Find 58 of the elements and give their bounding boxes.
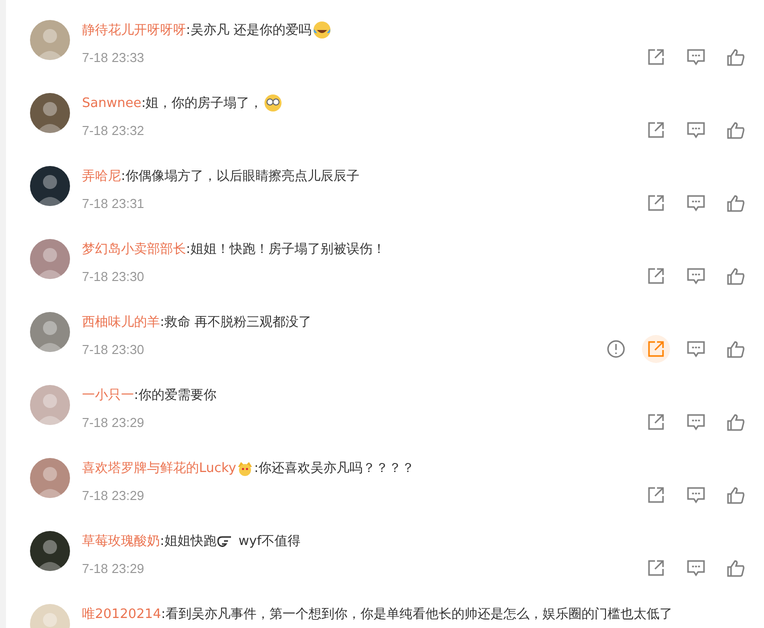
user-name-link[interactable]: 唯20120214	[82, 605, 162, 623]
comment-icon	[687, 194, 705, 212]
comment-text: :姐，你的房子塌了，	[141, 95, 263, 112]
avatar[interactable]	[30, 166, 70, 206]
share-button[interactable]	[642, 335, 670, 363]
comment-text: wyf不值得	[238, 533, 300, 550]
user-name-link[interactable]: 喜欢塔罗牌与鲜花的Lucky	[82, 459, 236, 477]
thumbs-up-icon	[727, 267, 745, 285]
comment-icon	[687, 560, 705, 576]
comment-time: 7-18 23:29	[82, 488, 144, 502]
share-icon	[647, 340, 665, 358]
thumbs-up-icon	[727, 413, 745, 431]
comment-text: :救命 再不脱粉三观都没了	[160, 314, 312, 331]
comment-text: :你的爱需要你	[134, 387, 216, 404]
comment-icon	[687, 48, 705, 66]
glasses-emoji-icon	[262, 93, 283, 113]
user-name-link[interactable]: 草莓玫瑰酸奶	[82, 532, 160, 550]
comment-text: :姐姐快跑	[160, 533, 216, 550]
user-name-link[interactable]: 梦幻岛小卖部部长	[82, 240, 186, 258]
share-icon	[647, 267, 665, 285]
thumbs-up-icon	[727, 340, 745, 358]
thumbs-up-icon	[727, 194, 745, 212]
avatar[interactable]	[30, 93, 70, 133]
thumbs-up-icon	[727, 559, 745, 577]
avatar[interactable]	[30, 531, 70, 571]
thumbs-up-icon	[727, 48, 745, 66]
comment-icon	[687, 340, 705, 358]
user-name-link[interactable]: 一小只一	[82, 386, 134, 404]
comment-icon	[687, 414, 705, 430]
user-name-link[interactable]: Sanwnee	[82, 96, 142, 110]
comment-icon	[687, 268, 705, 284]
comment-text: :你还喜欢吴亦凡吗？？？？	[254, 460, 415, 477]
share-icon	[647, 121, 665, 139]
exclamation-icon	[607, 340, 625, 358]
thumbs-up-icon	[727, 121, 745, 139]
comment-time: 7-18 23:29	[82, 560, 144, 576]
comment-time: 7-18 23:29	[82, 414, 144, 430]
comment-text: :你偶像塌方了，以后眼睛擦亮点儿辰辰子	[121, 168, 360, 185]
share-icon	[647, 559, 665, 577]
comment-time: 7-18 23:31	[82, 196, 144, 210]
comment-icon	[687, 486, 705, 504]
user-name-link[interactable]: 静待花儿开呀呀呀	[82, 21, 186, 39]
user-name-link[interactable]: 西柚味儿的羊	[82, 313, 160, 331]
comment-icon	[687, 122, 705, 138]
user-name-link[interactable]: 弄哈尼	[82, 167, 121, 185]
thumbs-up-icon	[727, 486, 745, 504]
share-icon	[647, 48, 665, 66]
comment-text: :看到吴亦凡事件，第一个想到你，你是单纯看他长的帅还是怎么，娱乐圈的门槛也太低了	[161, 606, 673, 623]
comment-text: :姐姐！快跑！房子塌了别被误伤！	[186, 241, 386, 258]
comment-time: 7-18 23:33	[82, 50, 144, 64]
share-icon	[647, 194, 665, 212]
share-icon	[647, 413, 665, 431]
share-icon	[647, 486, 665, 504]
comment-text: :吴亦凡 还是你的爱吗	[186, 22, 312, 39]
comment-time: 7-18 23:30	[82, 268, 144, 284]
comment-time: 7-18 23:32	[82, 122, 144, 138]
comment-time: 7-18 23:30	[82, 342, 144, 356]
crying-laughing-emoji-icon	[312, 20, 332, 40]
